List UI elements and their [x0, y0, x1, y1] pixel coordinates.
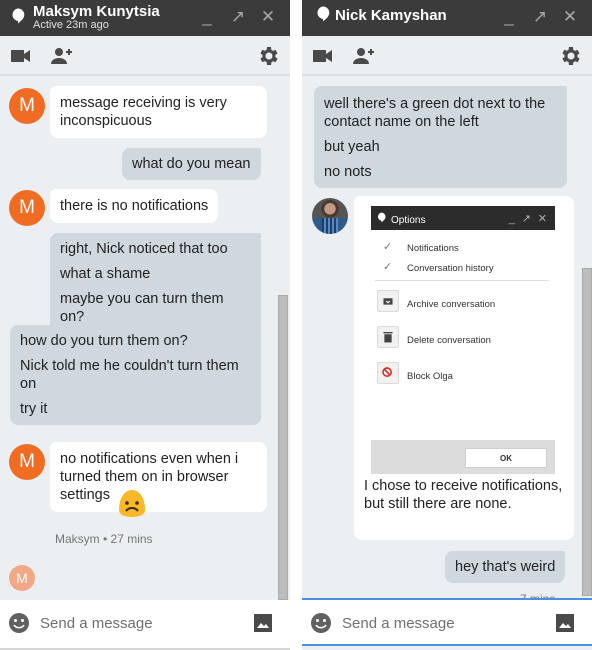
- message-outgoing: well there's a green dot next to the con…: [314, 86, 567, 188]
- options-footer: OK: [371, 440, 555, 474]
- message-outgoing: right, Nick noticed that too what a sham…: [50, 233, 261, 333]
- trash-icon: [377, 326, 399, 348]
- gear-icon[interactable]: [558, 44, 582, 68]
- avatar: M: [9, 190, 45, 226]
- image-icon[interactable]: [254, 614, 272, 632]
- read-receipt-avatar: M: [9, 565, 35, 591]
- chat-bubble-icon: [377, 212, 386, 223]
- chat-titlebar[interactable]: Maksym Kunytsia Active 23m ago _ ↗ ✕: [0, 0, 290, 36]
- add-person-icon[interactable]: [352, 44, 376, 68]
- emoji-icon[interactable]: [310, 612, 332, 634]
- add-person-icon[interactable]: [50, 44, 74, 68]
- divider: [375, 280, 549, 281]
- message-incoming: message receiving is very inconspicuous: [50, 86, 267, 138]
- option-action-label: Archive conversation: [407, 299, 496, 310]
- message-incoming: there is no notifications: [50, 189, 219, 223]
- contact-status: Active 23m ago: [33, 19, 109, 31]
- video-camera-icon[interactable]: [9, 44, 33, 68]
- contact-name: Maksym Kunytsia: [33, 3, 160, 20]
- message-list: well there's a green dot next to the con…: [302, 78, 592, 600]
- message-composer: [302, 598, 592, 646]
- image-icon[interactable]: [556, 614, 574, 632]
- options-titlebar: Options _ ↗ ✕: [371, 206, 555, 230]
- minimize-button[interactable]: _: [498, 6, 520, 28]
- chat-bubble-icon: [317, 6, 330, 22]
- message-input[interactable]: [342, 608, 542, 638]
- gear-icon[interactable]: [256, 44, 280, 68]
- message-outgoing: how do you turn them on? Nick told me he…: [10, 325, 261, 425]
- option-action-label: Block Olga: [407, 371, 453, 382]
- message-incoming: no notifications even when i turned them…: [50, 442, 267, 517]
- avatar: M: [9, 444, 45, 480]
- checkmark-icon: ✓: [383, 241, 393, 253]
- chat-toolbar: [0, 36, 290, 76]
- option-action-label: Delete conversation: [407, 335, 491, 346]
- popout-icon: ↗: [521, 213, 531, 225]
- chat-window-nick: Nick Kamyshan _ ↗ ✕ well there's a green…: [302, 0, 592, 650]
- message-outgoing: hey that's weird: [445, 551, 566, 583]
- frowning-face-emoji-icon: [119, 490, 145, 517]
- message-list: M message receiving is very inconspicuou…: [0, 78, 290, 600]
- option-checkbox-label: Conversation history: [407, 263, 494, 274]
- popout-button[interactable]: ↗: [529, 6, 551, 28]
- chat-titlebar[interactable]: Nick Kamyshan _ ↗ ✕: [302, 0, 592, 36]
- popout-button[interactable]: ↗: [227, 6, 249, 28]
- message-text: I chose to receive notifications, but st…: [364, 478, 563, 512]
- emoji-icon[interactable]: [8, 612, 30, 634]
- contact-name: Nick Kamyshan: [335, 7, 447, 24]
- option-checkbox-label: Notifications: [407, 243, 459, 254]
- options-title: Options: [391, 215, 426, 226]
- message-meta: Maksym • 27 mins: [55, 532, 153, 546]
- options-screenshot-attachment[interactable]: Options _ ↗ ✕ ✓ Notifications ✓ Conversa…: [371, 206, 555, 474]
- video-camera-icon[interactable]: [311, 44, 335, 68]
- avatar-photo: [312, 198, 348, 234]
- archive-icon: [377, 290, 399, 312]
- chat-toolbar: [302, 36, 592, 76]
- message-input[interactable]: [40, 608, 240, 638]
- minimize-icon: _: [508, 213, 515, 225]
- chat-window-maksym: Maksym Kunytsia Active 23m ago _ ↗ ✕ M m…: [0, 0, 290, 650]
- scrollbar-thumb[interactable]: [278, 295, 288, 600]
- message-composer: [0, 600, 290, 650]
- close-button[interactable]: ✕: [257, 6, 279, 28]
- block-icon: [377, 362, 399, 384]
- close-button[interactable]: ✕: [559, 6, 581, 28]
- ok-button: OK: [465, 448, 547, 468]
- avatar: M: [9, 88, 45, 124]
- message-outgoing: what do you mean: [122, 148, 261, 180]
- close-icon: ✕: [537, 213, 547, 225]
- minimize-button[interactable]: _: [196, 6, 218, 28]
- message-incoming-with-attachment: Options _ ↗ ✕ ✓ Notifications ✓ Conversa…: [354, 196, 574, 540]
- checkmark-icon: ✓: [383, 261, 393, 273]
- chat-bubble-icon: [12, 8, 25, 24]
- scrollbar-thumb[interactable]: [582, 268, 592, 596]
